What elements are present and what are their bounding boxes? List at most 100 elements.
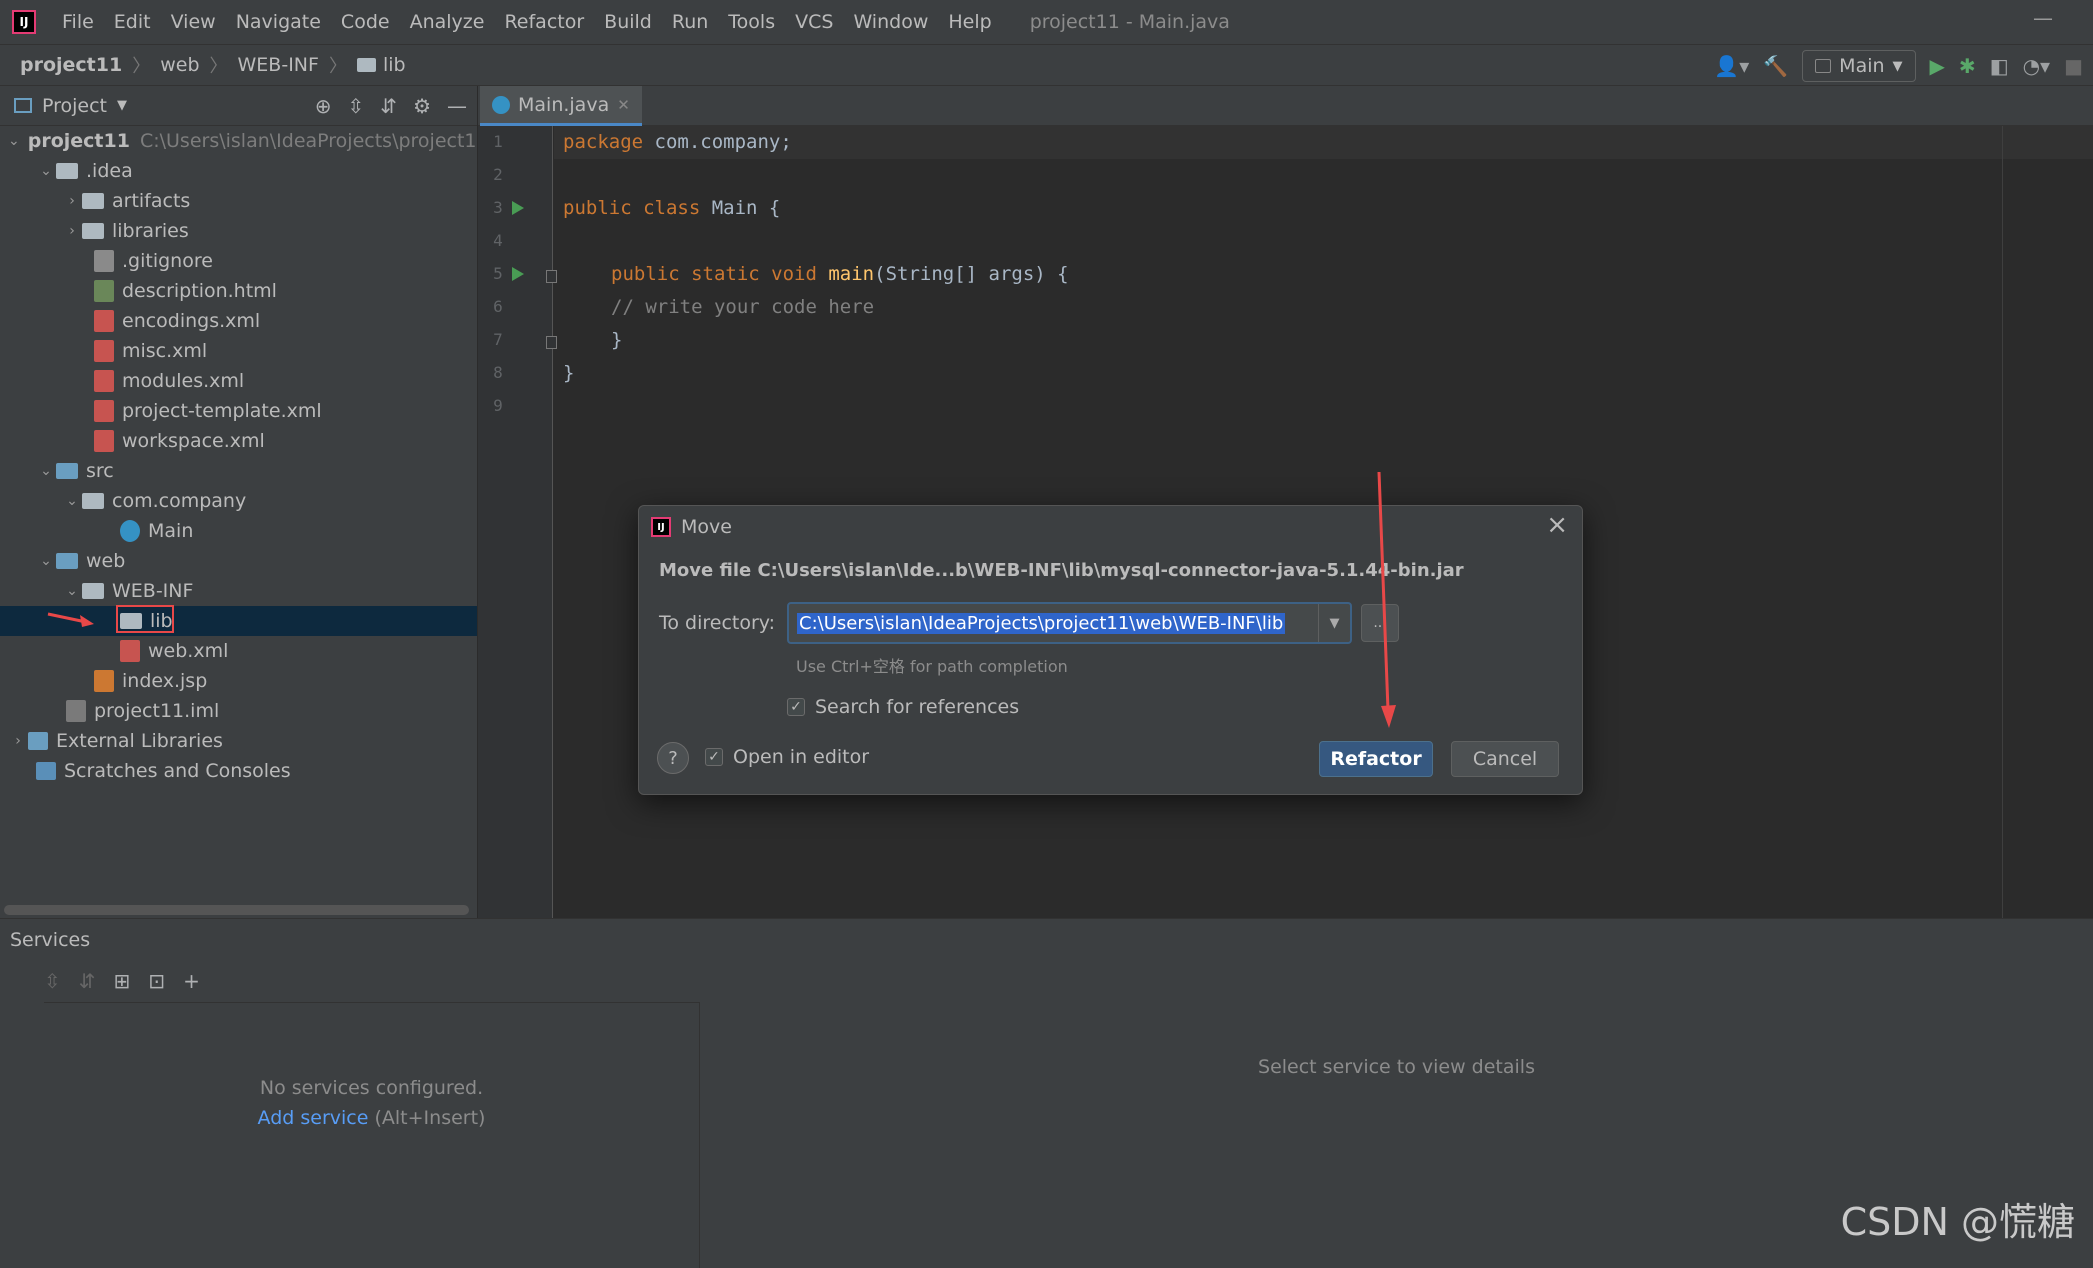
tree-item-gitignore[interactable]: .gitignore <box>0 246 477 276</box>
tree-item-com-company[interactable]: ⌄ com.company <box>0 486 477 516</box>
breadcrumb-web-inf[interactable]: WEB-INF <box>238 54 319 76</box>
tree-item-src[interactable]: ⌄ src <box>0 456 477 486</box>
tree-item-label: encodings.xml <box>122 310 261 332</box>
refactor-button[interactable]: Refactor <box>1319 741 1433 777</box>
to-directory-combo[interactable]: C:\Users\islan\IdeaProjects\project11\we… <box>787 602 1352 644</box>
tree-item-project11[interactable]: ⌄ project11 C:\Users\islan\IdeaProjects\… <box>0 126 477 156</box>
tree-item-label: workspace.xml <box>122 430 265 452</box>
tree-item-modules-xml[interactable]: modules.xml <box>0 366 477 396</box>
expand-all-icon[interactable]: ⇳ <box>348 94 365 118</box>
tree-item-external-libraries[interactable]: › External Libraries <box>0 726 477 756</box>
chevron-down-icon[interactable]: ⌄ <box>36 463 56 479</box>
services-title: Services <box>10 928 91 951</box>
tree-item-web-inf[interactable]: ⌄ WEB-INF <box>0 576 477 606</box>
fold-marker-icon[interactable] <box>546 336 557 349</box>
tab-main-java[interactable]: Main.java ✕ <box>480 86 642 126</box>
chevron-right-icon[interactable]: › <box>62 193 82 209</box>
breadcrumb-web[interactable]: web <box>160 54 199 76</box>
run-class-icon[interactable] <box>512 201 524 215</box>
expand-all-icon[interactable]: ⇳ <box>44 969 61 993</box>
chevron-right-icon[interactable]: › <box>62 223 82 239</box>
tree-item-description-html[interactable]: description.html <box>0 276 477 306</box>
tree-item-label: WEB-INF <box>112 580 194 602</box>
run-icon[interactable]: ▶ <box>1930 54 1945 78</box>
close-icon[interactable]: ✕ <box>617 96 630 114</box>
menu-help[interactable]: Help <box>948 11 991 33</box>
menu-view[interactable]: View <box>171 11 216 33</box>
open-in-editor-checkbox[interactable]: ✓ Open in editor <box>705 746 869 768</box>
chevron-right-icon[interactable]: › <box>8 733 28 749</box>
add-service-link[interactable]: Add service <box>258 1107 369 1129</box>
chevron-down-icon[interactable]: ▼ <box>117 98 127 113</box>
chevron-down-icon[interactable]: ⌄ <box>8 133 20 149</box>
tree-item-artifacts[interactable]: › artifacts <box>0 186 477 216</box>
hide-icon[interactable]: — <box>447 94 467 118</box>
annotation-arrow <box>1377 471 1396 728</box>
tree-item-misc-xml[interactable]: misc.xml <box>0 336 477 366</box>
cancel-button[interactable]: Cancel <box>1451 741 1559 777</box>
horizontal-scrollbar[interactable] <box>4 905 469 915</box>
locate-icon[interactable]: ⊕ <box>315 94 332 118</box>
chevron-down-icon[interactable]: ⌄ <box>36 553 56 569</box>
tree-item-scratches[interactable]: Scratches and Consoles <box>0 756 477 786</box>
tree-item-web[interactable]: ⌄ web <box>0 546 477 576</box>
tree-item-project-template-xml[interactable]: project-template.xml <box>0 396 477 426</box>
tree-item-index-jsp[interactable]: index.jsp <box>0 666 477 696</box>
user-icon[interactable]: 👤▾ <box>1714 54 1749 78</box>
checkmark-icon[interactable]: ✓ <box>705 748 723 766</box>
collapse-all-icon[interactable]: ⇵ <box>79 969 96 993</box>
menu-build[interactable]: Build <box>604 11 652 33</box>
tree-item-libraries[interactable]: › libraries <box>0 216 477 246</box>
chevron-down-icon[interactable]: ⌄ <box>62 583 82 599</box>
services-list[interactable]: No services configured. Add service (Alt… <box>44 1002 700 1268</box>
run-method-icon[interactable] <box>512 267 524 281</box>
menu-navigate[interactable]: Navigate <box>236 11 321 33</box>
add-icon[interactable]: + <box>183 969 200 993</box>
services-toolbar: ⇳ ⇵ ⊞ ⊡ + <box>44 960 700 1002</box>
gitignore-file-icon <box>94 250 114 272</box>
search-references-checkbox[interactable]: ✓ Search for references <box>787 696 1019 718</box>
tree-item-main-class[interactable]: Main <box>0 516 477 546</box>
fold-marker-icon[interactable] <box>546 270 557 283</box>
build-hammer-icon[interactable]: 🔨 <box>1763 54 1788 78</box>
tree-item-project11-iml[interactable]: project11.iml <box>0 696 477 726</box>
profile-icon[interactable]: ◔▾ <box>2023 54 2051 78</box>
code-line-7: } <box>611 329 623 351</box>
menu-code[interactable]: Code <box>341 11 390 33</box>
xml-file-icon <box>94 430 114 452</box>
new-group-icon[interactable]: ⊡ <box>148 969 165 993</box>
help-button[interactable]: ? <box>657 742 689 774</box>
web-folder-icon <box>56 553 78 569</box>
menu-window[interactable]: Window <box>853 11 928 33</box>
line-number: 8 <box>493 363 503 382</box>
menu-run[interactable]: Run <box>672 11 708 33</box>
menu-file[interactable]: File <box>62 11 94 33</box>
menu-refactor[interactable]: Refactor <box>504 11 584 33</box>
to-directory-input[interactable]: C:\Users\islan\IdeaProjects\project11\we… <box>797 612 1286 634</box>
project-view-selector[interactable]: Project <box>42 95 107 117</box>
collapse-all-icon[interactable]: ⇵ <box>380 94 397 118</box>
menu-analyze[interactable]: Analyze <box>410 11 485 33</box>
checkmark-icon[interactable]: ✓ <box>787 698 805 716</box>
gear-icon[interactable]: ⚙ <box>413 94 431 118</box>
tree-item-workspace-xml[interactable]: workspace.xml <box>0 426 477 456</box>
minimize-button[interactable]: — <box>2033 6 2053 30</box>
breadcrumb-project[interactable]: project11 <box>20 54 122 76</box>
menu-edit[interactable]: Edit <box>114 11 151 33</box>
chevron-down-icon[interactable]: ⌄ <box>62 493 82 509</box>
menu-vcs[interactable]: VCS <box>795 11 833 33</box>
menu-tools[interactable]: Tools <box>728 11 775 33</box>
folder-icon <box>82 583 104 599</box>
group-by-icon[interactable]: ⊞ <box>114 969 131 993</box>
coverage-icon[interactable]: ◧ <box>1990 54 2009 78</box>
chevron-down-icon[interactable]: ⌄ <box>36 163 56 179</box>
tree-item-idea[interactable]: ⌄ .idea <box>0 156 477 186</box>
debug-icon[interactable]: ✱ <box>1959 54 1976 78</box>
tree-item-encodings-xml[interactable]: encodings.xml <box>0 306 477 336</box>
stop-icon[interactable]: ■ <box>2064 54 2083 78</box>
chevron-down-icon[interactable]: ▼ <box>1318 604 1350 642</box>
breadcrumb-lib[interactable]: lib <box>383 54 406 76</box>
tree-item-web-xml[interactable]: web.xml <box>0 636 477 666</box>
close-icon[interactable]: × <box>1546 510 1568 540</box>
run-configuration-select[interactable]: Main ▼ <box>1802 50 1916 82</box>
